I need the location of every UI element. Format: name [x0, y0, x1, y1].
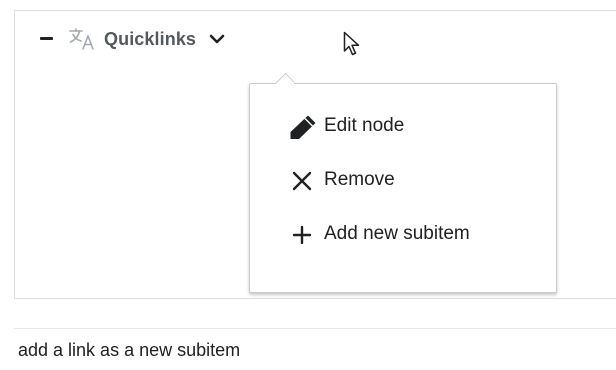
add-subitem-label: Add new subitem — [324, 223, 470, 244]
remove-menu-item[interactable]: Remove — [288, 166, 470, 194]
translate-icon — [68, 24, 100, 54]
section-divider — [14, 298, 616, 299]
chevron-down-icon[interactable] — [206, 24, 228, 54]
close-icon — [288, 166, 318, 194]
image-caption: add a link as a new subitem — [18, 340, 241, 360]
caption-divider — [14, 328, 616, 329]
node-label[interactable]: Quicklinks — [104, 29, 196, 50]
edit-node-label: Edit node — [324, 115, 405, 136]
minus-icon[interactable] — [38, 24, 54, 54]
node-context-menu: Edit node Remove Add new subitem — [249, 83, 557, 293]
mouse-pointer-icon — [343, 31, 363, 57]
edit-node-menu-item[interactable]: Edit node — [288, 112, 470, 140]
popup-anchor — [276, 70, 294, 84]
context-menu-list: Edit node Remove Add new subitem — [288, 112, 470, 248]
plus-icon — [288, 220, 318, 248]
screenshot-frame: Quicklinks Edit node Remove Add new subi… — [0, 0, 616, 370]
left-divider — [14, 10, 15, 299]
pencil-icon — [288, 112, 318, 140]
tree-node-quicklinks[interactable]: Quicklinks — [38, 24, 228, 54]
add-subitem-menu-item[interactable]: Add new subitem — [288, 220, 470, 248]
remove-label: Remove — [324, 169, 395, 190]
top-divider — [14, 10, 616, 11]
